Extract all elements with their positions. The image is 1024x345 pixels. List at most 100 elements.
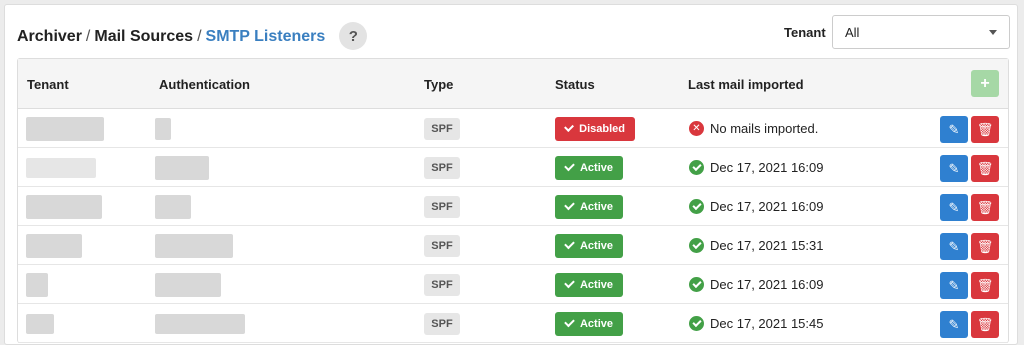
redacted-tenant bbox=[26, 314, 54, 334]
page-header: Archiver / Mail Sources / SMTP Listeners… bbox=[5, 5, 1017, 59]
edit-button[interactable]: ✎ bbox=[940, 272, 968, 299]
last-mail-text: Dec 17, 2021 16:09 bbox=[710, 199, 824, 214]
status-badge: Active bbox=[555, 312, 623, 336]
edit-button[interactable]: ✎ bbox=[940, 233, 968, 260]
last-mail-text: Dec 17, 2021 16:09 bbox=[710, 277, 824, 292]
status-label: Active bbox=[579, 279, 613, 291]
tenant-select-value: All bbox=[845, 24, 860, 40]
table-row: SPF Active Dec 17, 2021 16:09 ✎ 🗑 bbox=[18, 265, 1008, 304]
status-label: Active bbox=[579, 162, 613, 174]
type-badge: SPF bbox=[424, 274, 460, 296]
check-circle-icon bbox=[689, 199, 704, 214]
check-circle-icon bbox=[689, 316, 704, 331]
last-mail-text: No mails imported. bbox=[710, 121, 819, 136]
main-panel: Archiver / Mail Sources / SMTP Listeners… bbox=[4, 4, 1018, 345]
trash-icon: 🗑 bbox=[976, 277, 994, 293]
trash-icon: 🗑 bbox=[976, 121, 994, 137]
pencil-icon: ✎ bbox=[948, 316, 960, 332]
listeners-table: Tenant Authentication Type Status Last m… bbox=[17, 58, 1009, 343]
type-badge: SPF bbox=[424, 313, 460, 335]
column-header-authentication[interactable]: Authentication bbox=[159, 77, 250, 92]
breadcrumb: Archiver / Mail Sources / SMTP Listeners… bbox=[17, 22, 368, 51]
breadcrumb-separator: / bbox=[85, 28, 91, 45]
status-label: Active bbox=[579, 240, 613, 252]
status-badge: Active bbox=[555, 156, 623, 180]
delete-button[interactable]: 🗑 bbox=[971, 155, 999, 182]
status-badge: Active bbox=[555, 195, 623, 219]
trash-icon: 🗑 bbox=[976, 316, 994, 332]
redacted-authentication bbox=[155, 195, 191, 219]
column-header-last-mail[interactable]: Last mail imported bbox=[688, 77, 804, 92]
edit-button[interactable]: ✎ bbox=[940, 311, 968, 338]
status-badge: Active bbox=[555, 273, 623, 297]
last-mail-text: Dec 17, 2021 16:09 bbox=[710, 160, 824, 175]
edit-button[interactable]: ✎ bbox=[940, 155, 968, 182]
last-mail: Dec 17, 2021 16:09 bbox=[689, 277, 823, 292]
table-row: SPF Active Dec 17, 2021 16:09 ✎ 🗑 bbox=[18, 148, 1008, 187]
error-icon: ✕ bbox=[689, 121, 704, 136]
redacted-tenant bbox=[26, 158, 96, 178]
breadcrumb-archiver[interactable]: Archiver bbox=[17, 28, 82, 46]
pencil-icon: ✎ bbox=[948, 238, 960, 254]
redacted-authentication bbox=[155, 273, 221, 297]
redacted-authentication bbox=[155, 118, 171, 140]
status-label: Active bbox=[579, 318, 613, 330]
delete-button[interactable]: 🗑 bbox=[971, 272, 999, 299]
chevron-down-icon bbox=[989, 29, 997, 35]
trash-icon: 🗑 bbox=[976, 199, 994, 215]
redacted-authentication bbox=[155, 234, 233, 258]
check-circle-icon bbox=[689, 277, 704, 292]
edit-button[interactable]: ✎ bbox=[940, 116, 968, 143]
trash-icon: 🗑 bbox=[976, 238, 994, 254]
status-badge: Active bbox=[555, 234, 623, 258]
breadcrumb-mail-sources[interactable]: Mail Sources bbox=[94, 28, 193, 46]
status-badge: Disabled bbox=[555, 117, 635, 141]
delete-button[interactable]: 🗑 bbox=[971, 233, 999, 260]
last-mail-text: Dec 17, 2021 15:31 bbox=[710, 238, 824, 253]
table-row: SPF Active Dec 17, 2021 15:31 ✎ 🗑 bbox=[18, 226, 1008, 265]
add-listener-button[interactable]: + bbox=[971, 70, 999, 97]
check-circle-icon bbox=[689, 238, 704, 253]
check-icon bbox=[564, 122, 575, 132]
status-label: Active bbox=[579, 201, 613, 213]
check-icon bbox=[564, 277, 575, 289]
breadcrumb-separator: / bbox=[197, 28, 202, 45]
column-header-status[interactable]: Status bbox=[555, 77, 595, 92]
type-badge: SPF bbox=[424, 235, 460, 257]
check-circle-icon bbox=[689, 160, 704, 175]
table-row: SPF Active Dec 17, 2021 15:45 ✎ 🗑 bbox=[18, 304, 1008, 343]
tenant-select[interactable]: All bbox=[832, 15, 1010, 49]
pencil-icon: ✎ bbox=[948, 121, 960, 137]
pencil-icon: ✎ bbox=[948, 160, 960, 176]
status-label: Disabled bbox=[579, 123, 625, 135]
last-mail: Dec 17, 2021 16:09 bbox=[689, 160, 823, 175]
redacted-tenant bbox=[26, 117, 104, 141]
redacted-authentication bbox=[155, 156, 209, 180]
last-mail: Dec 17, 2021 15:31 bbox=[689, 238, 823, 253]
check-icon bbox=[564, 199, 575, 211]
type-badge: SPF bbox=[424, 157, 460, 179]
redacted-tenant bbox=[26, 195, 102, 219]
tenant-filter-label: Tenant bbox=[784, 25, 826, 40]
delete-button[interactable]: 🗑 bbox=[971, 311, 999, 338]
column-header-tenant[interactable]: Tenant bbox=[27, 77, 69, 92]
redacted-tenant bbox=[26, 273, 48, 297]
pencil-icon: ✎ bbox=[948, 277, 960, 293]
check-icon bbox=[564, 238, 575, 250]
type-badge: SPF bbox=[424, 196, 460, 218]
table-row: SPF Active Dec 17, 2021 16:09 ✎ 🗑 bbox=[18, 187, 1008, 226]
table-row: SPF Disabled ✕ No mails imported. ✎ 🗑 bbox=[18, 109, 1008, 148]
redacted-tenant bbox=[26, 234, 82, 258]
column-header-type[interactable]: Type bbox=[424, 77, 453, 92]
last-mail: Dec 17, 2021 15:45 bbox=[689, 316, 823, 331]
type-badge: SPF bbox=[424, 118, 460, 140]
breadcrumb-smtp-listeners: SMTP Listeners bbox=[205, 28, 326, 45]
edit-button[interactable]: ✎ bbox=[940, 194, 968, 221]
delete-button[interactable]: 🗑 bbox=[971, 116, 999, 143]
redacted-authentication bbox=[155, 314, 245, 334]
last-mail: ✕ No mails imported. bbox=[689, 121, 818, 136]
delete-button[interactable]: 🗑 bbox=[971, 194, 999, 221]
check-icon bbox=[564, 160, 575, 172]
trash-icon: 🗑 bbox=[976, 160, 994, 176]
help-icon[interactable]: ? bbox=[339, 22, 368, 50]
